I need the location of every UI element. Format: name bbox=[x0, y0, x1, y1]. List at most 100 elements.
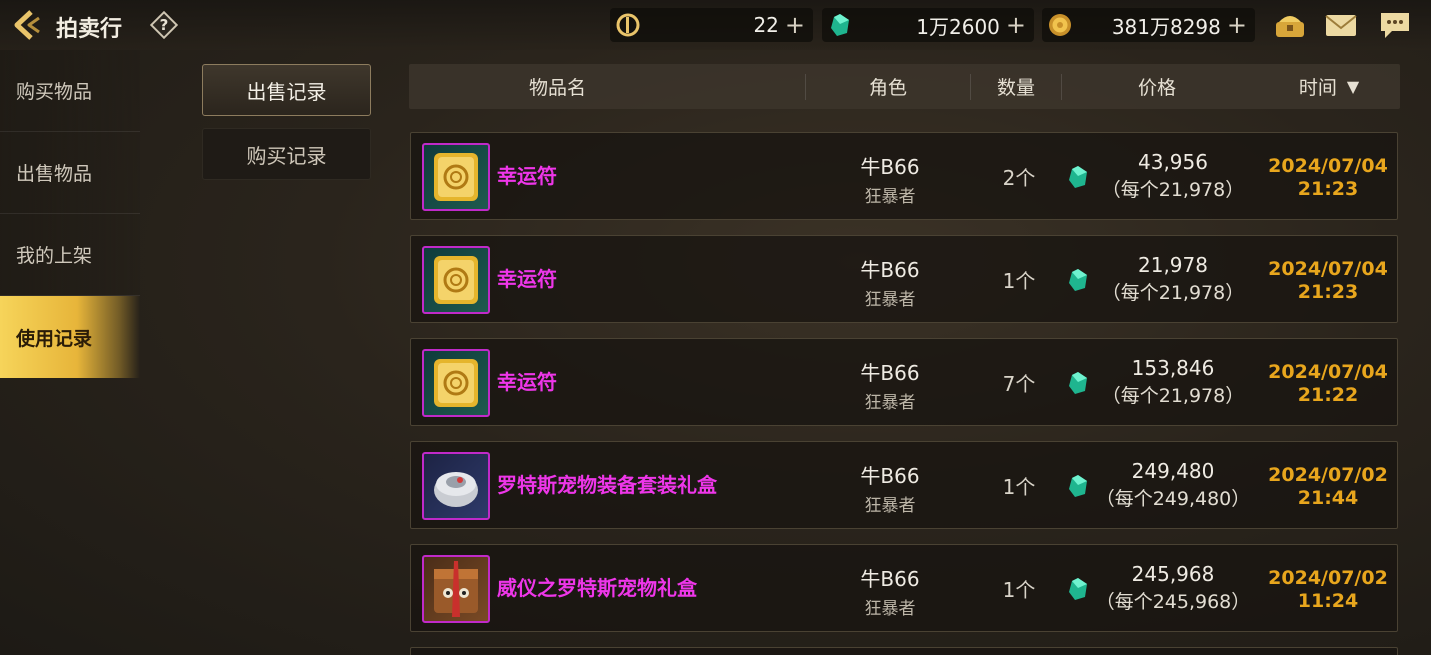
role-name: 牛B66 bbox=[860, 258, 920, 282]
date-text: 2024/07/04 bbox=[1268, 361, 1388, 383]
mail-icon bbox=[1325, 15, 1357, 36]
column-header-item-name: 物品名 bbox=[528, 77, 586, 99]
table-row[interactable] bbox=[410, 647, 1398, 655]
price-total: 153,846 bbox=[1131, 356, 1215, 380]
price-cell: 43,956 （每个21,978） bbox=[1093, 150, 1253, 202]
date-text: 2024/07/04 bbox=[1268, 258, 1388, 280]
column-header-quantity: 数量 bbox=[996, 77, 1035, 99]
role-cell: 牛B66 狂暴者 bbox=[830, 151, 950, 207]
role-cell: 牛B66 狂暴者 bbox=[830, 460, 950, 516]
role-name: 牛B66 bbox=[860, 155, 920, 179]
gold-coin-icon bbox=[1049, 14, 1071, 36]
time-text: 21:23 bbox=[1297, 281, 1359, 303]
role-class: 狂暴者 bbox=[864, 187, 916, 207]
table-row[interactable]: 幸运符 牛B66 狂暴者 1个 21,978 （每个21,978） 2024/0… bbox=[410, 235, 1398, 323]
currency-gold: 381万8298 + bbox=[1042, 8, 1255, 42]
back-button[interactable] bbox=[8, 7, 44, 43]
role-name: 牛B66 bbox=[860, 361, 920, 385]
gem-icon bbox=[1069, 475, 1087, 497]
sidebar-item-my-listings[interactable]: 我的上架 bbox=[0, 214, 140, 296]
sidebar-item-sell[interactable]: 出售物品 bbox=[0, 132, 140, 214]
price-per-unit: （每个21,978） bbox=[1101, 282, 1245, 304]
help-button[interactable]: ? bbox=[150, 11, 178, 39]
add-coupon-button[interactable]: + bbox=[785, 13, 805, 37]
table-row[interactable]: 威仪之罗特斯宠物礼盒 牛B66 狂暴者 1个 245,968 （每个245,96… bbox=[410, 544, 1398, 632]
time-text: 21:23 bbox=[1297, 178, 1359, 200]
top-bar: 拍卖行 ? 22 + 1万2600 + 381万8298 + bbox=[0, 0, 1431, 50]
time-text: 11:24 bbox=[1297, 590, 1359, 612]
time-cell: 2024/07/04 21:23 bbox=[1264, 155, 1392, 201]
role-class: 狂暴者 bbox=[864, 290, 916, 310]
mail-button[interactable] bbox=[1324, 10, 1358, 40]
gem-icon bbox=[831, 14, 849, 36]
scroll-icon[interactable] bbox=[422, 349, 490, 417]
role-name: 牛B66 bbox=[860, 464, 920, 488]
quantity: 1个 bbox=[1002, 577, 1036, 602]
sidebar: 购买物品 出售物品 我的上架 使用记录 bbox=[0, 50, 140, 378]
tab-sell-history[interactable]: 出售记录 bbox=[202, 64, 371, 116]
item-name: 威仪之罗特斯宠物礼盒 bbox=[497, 576, 697, 600]
pet-gift-box-icon[interactable] bbox=[422, 452, 490, 520]
item-name: 幸运符 bbox=[497, 370, 557, 394]
price-total: 43,956 bbox=[1138, 150, 1208, 174]
back-arrow-icon bbox=[14, 10, 40, 40]
price-total: 245,968 bbox=[1131, 562, 1215, 586]
chest-icon bbox=[1276, 16, 1304, 37]
currency-coupon: 22 + bbox=[610, 8, 813, 42]
item-name: 幸运符 bbox=[497, 164, 557, 188]
gem-value: 1万2600 bbox=[916, 14, 1000, 39]
item-name: 罗特斯宠物装备套装礼盒 bbox=[497, 473, 717, 497]
coupon-value: 22 bbox=[753, 13, 779, 37]
scroll-icon[interactable] bbox=[422, 143, 490, 211]
gem-icon bbox=[1069, 578, 1087, 600]
currency-gem: 1万2600 + bbox=[822, 8, 1034, 42]
table-row[interactable]: 幸运符 牛B66 狂暴者 7个 153,846 （每个21,978） 2024/… bbox=[410, 338, 1398, 426]
column-header-role: 角色 bbox=[868, 77, 907, 99]
page-title: 拍卖行 bbox=[56, 17, 123, 42]
add-gold-button[interactable]: + bbox=[1227, 13, 1247, 37]
table-row[interactable]: 幸运符 牛B66 狂暴者 2个 43,956 （每个21,978） 2024/0… bbox=[410, 132, 1398, 220]
quantity: 1个 bbox=[1002, 474, 1036, 499]
role-cell: 牛B66 狂暴者 bbox=[830, 357, 950, 413]
time-cell: 2024/07/02 21:44 bbox=[1264, 464, 1392, 510]
sidebar-item-usage-history[interactable]: 使用记录 bbox=[0, 296, 140, 378]
pet-box-icon[interactable] bbox=[422, 555, 490, 623]
price-per-unit: （每个245,968） bbox=[1095, 591, 1251, 613]
quantity: 7个 bbox=[1002, 371, 1036, 396]
price-cell: 249,480 （每个249,480） bbox=[1093, 459, 1253, 511]
time-cell: 2024/07/02 11:24 bbox=[1264, 567, 1392, 613]
sidebar-item-buy[interactable]: 购买物品 bbox=[0, 50, 140, 132]
price-cell: 153,846 （每个21,978） bbox=[1093, 356, 1253, 408]
time-text: 21:22 bbox=[1297, 384, 1359, 406]
gem-icon bbox=[1069, 372, 1087, 394]
role-cell: 牛B66 狂暴者 bbox=[830, 254, 950, 310]
item-name: 幸运符 bbox=[497, 267, 557, 291]
time-cell: 2024/07/04 21:23 bbox=[1264, 258, 1392, 304]
chat-button[interactable] bbox=[1378, 10, 1412, 40]
price-total: 249,480 bbox=[1131, 459, 1215, 483]
gem-icon bbox=[1069, 269, 1087, 291]
gem-icon bbox=[1069, 166, 1087, 188]
role-cell: 牛B66 狂暴者 bbox=[830, 563, 950, 619]
chest-button[interactable] bbox=[1273, 10, 1307, 40]
scroll-icon[interactable] bbox=[422, 246, 490, 314]
coupon-icon bbox=[616, 13, 640, 37]
column-header-time[interactable]: 时间 ▼ bbox=[1259, 64, 1399, 109]
price-cell: 245,968 （每个245,968） bbox=[1093, 562, 1253, 614]
quantity: 1个 bbox=[1002, 268, 1036, 293]
date-text: 2024/07/02 bbox=[1268, 567, 1388, 589]
price-per-unit: （每个249,480） bbox=[1095, 488, 1251, 510]
price-total: 21,978 bbox=[1138, 253, 1208, 277]
column-header-price: 价格 bbox=[1137, 77, 1176, 99]
time-text: 21:44 bbox=[1297, 487, 1359, 509]
table-row[interactable]: 罗特斯宠物装备套装礼盒 牛B66 狂暴者 1个 249,480 （每个249,4… bbox=[410, 441, 1398, 529]
role-class: 狂暴者 bbox=[864, 393, 916, 413]
role-name: 牛B66 bbox=[860, 567, 920, 591]
date-text: 2024/07/02 bbox=[1268, 464, 1388, 486]
add-gem-button[interactable]: + bbox=[1006, 13, 1026, 37]
price-per-unit: （每个21,978） bbox=[1101, 385, 1245, 407]
help-label: ? bbox=[159, 16, 169, 34]
role-class: 狂暴者 bbox=[864, 599, 916, 619]
chat-icon bbox=[1381, 13, 1409, 38]
tab-buy-history[interactable]: 购买记录 bbox=[202, 128, 371, 180]
